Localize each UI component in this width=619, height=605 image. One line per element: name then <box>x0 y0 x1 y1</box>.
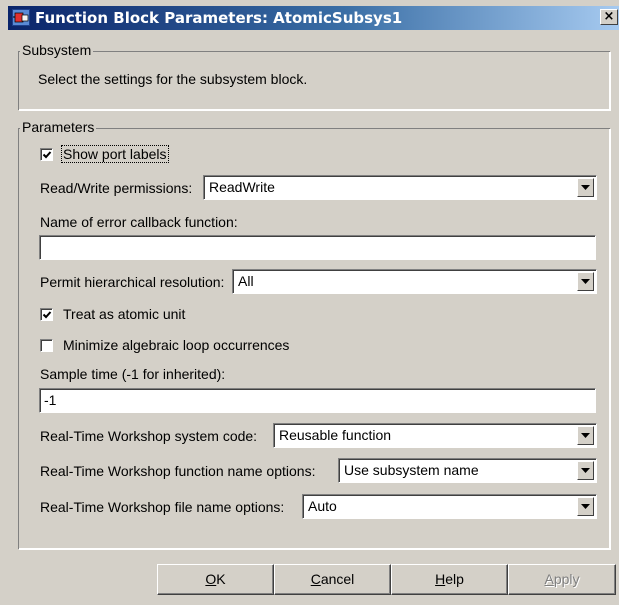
dropdown-button[interactable] <box>577 497 594 516</box>
close-icon: × <box>603 9 615 24</box>
check-icon <box>42 310 52 318</box>
error-callback-input[interactable] <box>39 235 596 260</box>
subsystem-description: Select the settings for the subsystem bl… <box>38 71 308 87</box>
rtw-system-code-dropdown[interactable]: Reusable function <box>273 423 597 448</box>
chevron-down-icon <box>581 279 590 284</box>
rtw-file-name-label: Real-Time Workshop file name options: <box>40 499 285 515</box>
rtw-function-name-value: Use subsystem name <box>344 462 479 478</box>
hierarchical-resolution-value: All <box>238 273 254 289</box>
error-callback-label: Name of error callback function: <box>40 214 238 230</box>
chevron-down-icon <box>581 504 590 509</box>
rtw-system-code-label: Real-Time Workshop system code: <box>40 428 258 444</box>
parameters-group-legend: Parameters <box>20 119 97 135</box>
window-title: Function Block Parameters: AtomicSubsys1 <box>35 9 403 27</box>
read-write-dropdown[interactable]: ReadWrite <box>203 175 597 200</box>
hierarchical-resolution-label: Permit hierarchical resolution: <box>40 274 225 290</box>
read-write-value: ReadWrite <box>209 179 275 195</box>
parameters-group: Parameters Show port labels Read/Write p… <box>18 119 610 549</box>
checkbox-box[interactable] <box>40 338 53 352</box>
apply-button[interactable]: Apply <box>508 564 616 595</box>
rtw-file-name-value: Auto <box>308 498 337 514</box>
checkbox-box[interactable] <box>40 147 53 161</box>
treat-atomic-label[interactable]: Treat as atomic unit <box>62 306 186 322</box>
subsystem-group-legend: Subsystem <box>20 42 94 58</box>
chevron-down-icon <box>581 468 590 473</box>
rtw-function-name-label: Real-Time Workshop function name options… <box>40 463 316 479</box>
cancel-button[interactable]: Cancel <box>274 564 391 595</box>
dropdown-button[interactable] <box>577 178 594 197</box>
minimize-loop-label[interactable]: Minimize algebraic loop occurrences <box>62 337 290 353</box>
show-port-labels-checkbox[interactable]: Show port labels <box>40 145 169 163</box>
rtw-system-code-value: Reusable function <box>279 427 392 443</box>
dialog-window: Function Block Parameters: AtomicSubsys1… <box>0 0 619 605</box>
show-port-labels-label[interactable]: Show port labels <box>61 145 169 163</box>
rtw-function-name-dropdown[interactable]: Use subsystem name <box>338 458 597 483</box>
sample-time-value: -1 <box>44 392 57 408</box>
title-bar[interactable]: Function Block Parameters: AtomicSubsys1… <box>8 6 619 30</box>
help-mnemonic: H <box>435 571 446 587</box>
ok-label-rest: K <box>216 571 226 587</box>
close-button[interactable]: × <box>600 9 618 25</box>
hierarchical-resolution-dropdown[interactable]: All <box>232 269 597 294</box>
chevron-down-icon <box>581 185 590 190</box>
treat-atomic-checkbox[interactable]: Treat as atomic unit <box>40 305 186 323</box>
help-label-rest: elp <box>445 571 464 587</box>
rtw-file-name-dropdown[interactable]: Auto <box>302 494 597 519</box>
dropdown-button[interactable] <box>577 461 594 480</box>
minimize-loop-checkbox[interactable]: Minimize algebraic loop occurrences <box>40 336 290 354</box>
check-icon <box>42 150 52 158</box>
dropdown-button[interactable] <box>577 426 594 445</box>
apply-label-rest: pply <box>553 571 580 587</box>
chevron-down-icon <box>581 433 590 438</box>
sample-time-label: Sample time (-1 for inherited): <box>40 366 226 382</box>
simulink-block-icon <box>12 9 30 26</box>
help-button[interactable]: Help <box>391 564 508 595</box>
cancel-mnemonic: C <box>310 571 321 587</box>
apply-mnemonic: A <box>544 571 554 587</box>
read-write-label: Read/Write permissions: <box>40 180 193 196</box>
ok-mnemonic: O <box>205 571 217 587</box>
checkbox-box[interactable] <box>40 307 53 321</box>
dropdown-button[interactable] <box>577 272 594 291</box>
sample-time-input[interactable]: -1 <box>39 388 596 413</box>
subsystem-group: Subsystem Select the settings for the su… <box>18 42 610 110</box>
ok-button[interactable]: OK <box>157 564 274 595</box>
cancel-label-rest: ancel <box>320 571 355 587</box>
